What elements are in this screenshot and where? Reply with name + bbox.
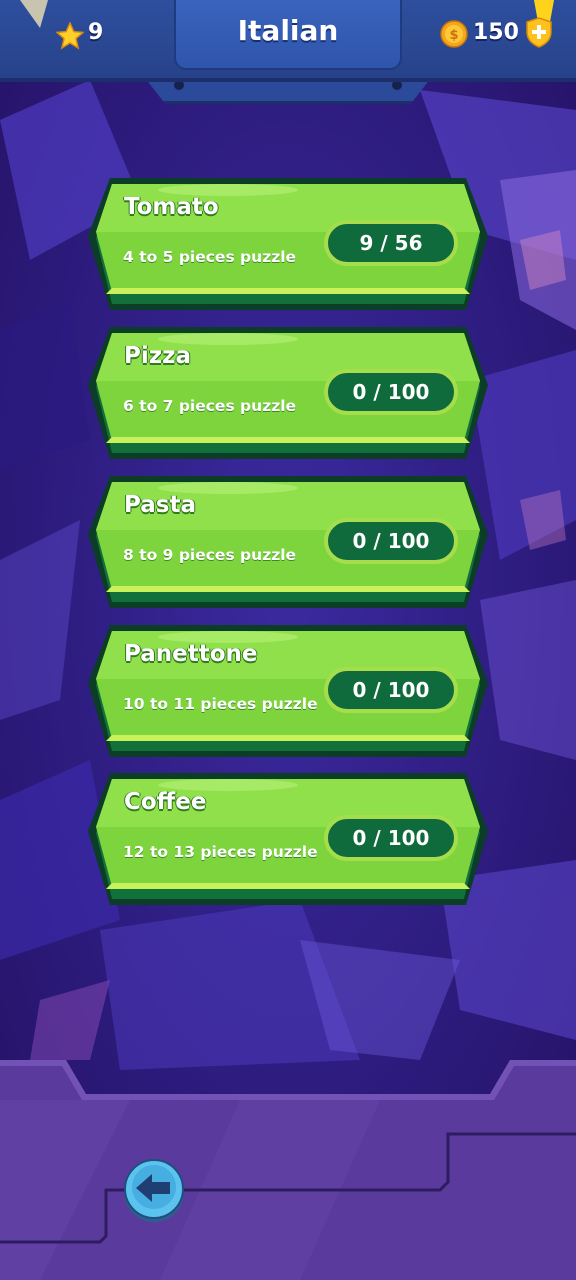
- stars-count: 9: [88, 20, 104, 45]
- back-button[interactable]: [122, 1158, 186, 1222]
- bottom-panel: [0, 1060, 576, 1280]
- level-name: Coffee: [124, 789, 207, 815]
- level-card-pizza[interactable]: Pizza 6 to 7 pieces puzzle 0 / 100: [88, 325, 488, 461]
- coin-icon: $: [440, 20, 468, 48]
- level-progress: 0 / 100: [324, 518, 458, 564]
- level-name: Pizza: [124, 343, 192, 369]
- level-subtitle: 8 to 9 pieces puzzle: [123, 546, 297, 564]
- level-progress: 0 / 100: [324, 369, 458, 415]
- level-progress: 0 / 100: [324, 815, 458, 861]
- level-name: Panettone: [124, 641, 258, 667]
- star-icon: [56, 22, 84, 50]
- level-card-pasta[interactable]: Pasta 8 to 9 pieces puzzle 0 / 100: [88, 474, 488, 610]
- level-subtitle: 10 to 11 pieces puzzle: [123, 695, 318, 713]
- page-title: Italian: [237, 14, 339, 47]
- level-progress: 9 / 56: [324, 220, 458, 266]
- level-subtitle: 4 to 5 pieces puzzle: [123, 248, 297, 266]
- coins-count: 150: [473, 20, 519, 45]
- level-subtitle: 12 to 13 pieces puzzle: [123, 843, 318, 861]
- corner-ornament: [20, 0, 48, 28]
- level-card-coffee[interactable]: Coffee 12 to 13 pieces puzzle 0 / 100: [88, 771, 488, 907]
- level-card-panettone[interactable]: Panettone 10 to 11 pieces puzzle 0 / 100: [88, 623, 488, 759]
- level-name: Pasta: [124, 492, 196, 518]
- level-progress: 0 / 100: [324, 667, 458, 713]
- svg-text:$: $: [449, 28, 458, 43]
- level-card-tomato[interactable]: Tomato 4 to 5 pieces puzzle 9 / 56: [88, 176, 488, 312]
- level-subtitle: 6 to 7 pieces puzzle: [123, 397, 297, 415]
- level-name: Tomato: [124, 194, 219, 220]
- shield-plus-icon[interactable]: [524, 0, 554, 48]
